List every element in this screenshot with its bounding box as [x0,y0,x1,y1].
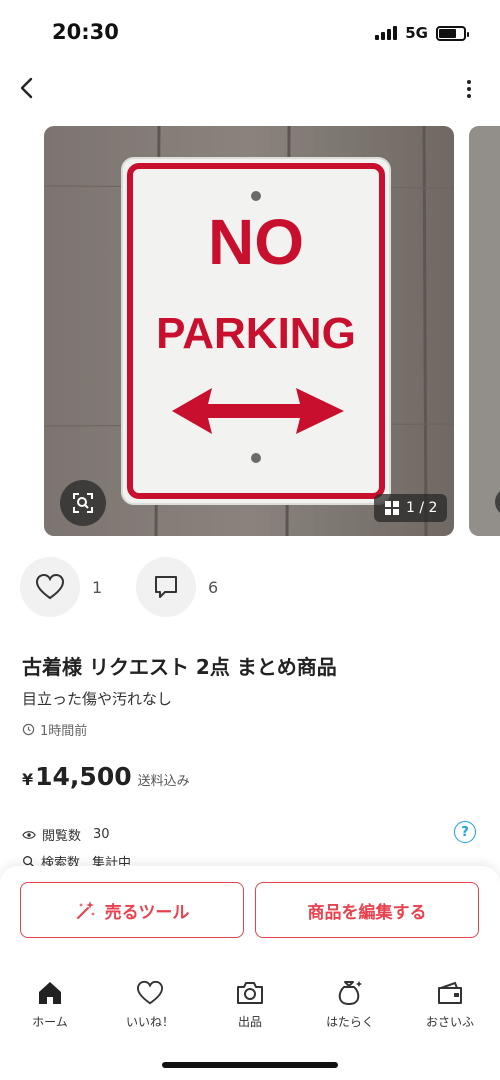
price-currency: ¥ [22,770,34,789]
image-search-button[interactable] [60,480,106,526]
battery-icon [436,25,469,41]
views-label: 閲覧数 [42,829,82,844]
reactions-row: 1 6 [20,557,234,617]
shipping-label: 送料込み [137,774,190,789]
tab-home-label: ホーム [32,1015,68,1029]
no-parking-sign-image: NO PARKING [44,126,454,536]
lens-search-icon [73,493,93,513]
like-button[interactable] [20,557,80,617]
next-photo-preview[interactable] [469,126,500,536]
views-row: 閲覧数 30 [22,825,110,844]
home-icon [35,978,65,1008]
sell-tool-label: 売るツール [104,902,190,923]
edit-item-button[interactable]: 商品を編集する [255,882,479,938]
item-title: 古着様 リクエスト 2点 まとめ商品 [22,655,337,679]
views-value: 30 [93,827,110,842]
signal-icon [375,26,398,40]
photo-counter-text: 1 / 2 [406,500,438,516]
camera-icon [235,978,265,1008]
like-count: 1 [92,577,103,597]
item-condition: 目立った傷や汚れなし [22,690,173,708]
status-indicators: 5G [375,24,469,42]
heart-icon [35,573,65,600]
status-bar: 20:30 5G [0,0,500,64]
more-dot-icon [467,80,471,84]
comment-count: 6 [208,577,219,597]
comment-icon [155,576,177,598]
more-dot-icon [467,87,471,91]
photo-carousel[interactable]: NO PARKING [44,126,500,536]
network-label: 5G [405,24,428,42]
home-indicator [162,1062,338,1068]
sell-tool-button[interactable]: 売るツール [20,882,244,938]
chevron-left-icon [20,77,33,99]
item-photo[interactable]: NO PARKING [44,126,454,536]
tab-sell-label: 出品 [237,1015,262,1029]
wallet-icon [435,978,465,1008]
back-button[interactable] [14,74,42,102]
clock-icon [22,723,35,736]
photo-counter: 1 / 2 [374,494,448,522]
more-dot-icon [467,94,471,98]
tab-wallet[interactable]: おさいふ [400,978,500,1048]
tab-sell[interactable]: 出品 [200,978,300,1048]
tab-work-label: はたらく [326,1015,374,1029]
tab-likes-label: いいね！ [125,1015,174,1029]
heart-icon [135,978,165,1008]
status-time: 20:30 [52,20,119,44]
action-panel: 売るツール 商品を編集する ホーム いいね！ 出品 はたらく おさいふ [0,866,500,1080]
tab-wallet-label: おさいふ [425,1015,474,1029]
posted-time-text: 1時間前 [40,724,88,739]
tab-likes[interactable]: いいね！ [100,978,200,1048]
edit-item-label: 商品を編集する [307,902,427,923]
price: ¥14,500 [22,762,132,791]
comment-button[interactable] [136,557,196,617]
grid-icon [385,501,399,515]
money-bag-icon [335,978,365,1008]
posted-time: 1時間前 [22,720,87,739]
next-photo-image [469,126,500,536]
more-options-button[interactable] [462,76,476,102]
price-row: ¥14,500 送料込み [22,762,190,791]
tab-bar: ホーム いいね！ 出品 はたらく おさいふ [0,978,500,1048]
magic-wand-icon [76,901,95,919]
help-icon[interactable]: ? [454,821,476,843]
tab-home[interactable]: ホーム [0,978,100,1048]
tab-work[interactable]: はたらく [300,978,400,1048]
price-value: 14,500 [35,762,132,791]
eye-icon [22,830,36,839]
sign-text-no: NO [208,206,304,278]
sign-text-parking: PARKING [156,309,356,358]
